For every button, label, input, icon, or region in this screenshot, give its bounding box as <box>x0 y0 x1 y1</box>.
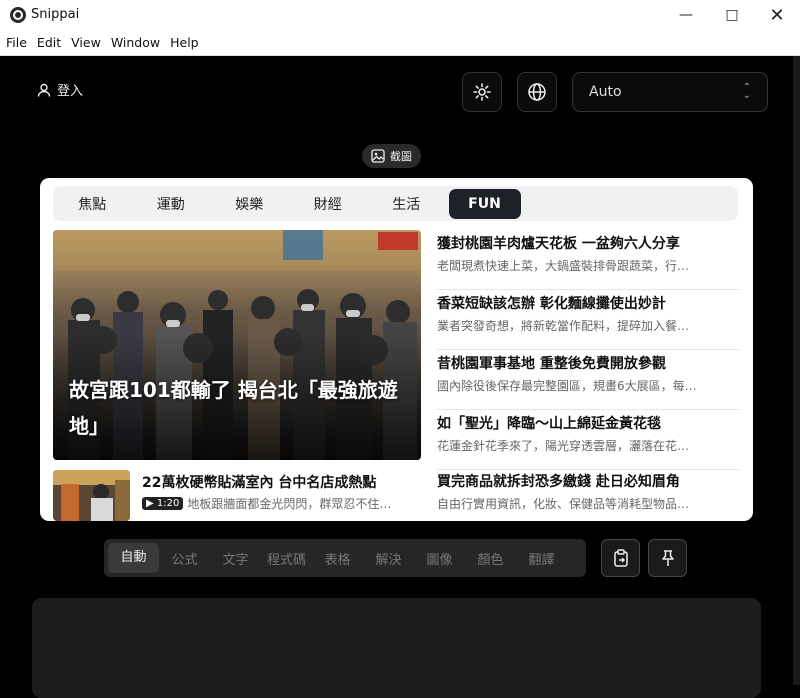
mode-translate[interactable]: 翻譯 <box>516 549 567 568</box>
news-item[interactable]: 買完商品就拆封恐多繳錢 赴日必知眉角 自由行實用資訊，化妝、保健品等消耗型物品… <box>437 468 740 521</box>
video-news-summary: 地板跟牆面都金光閃閃，群眾忍不住… <box>187 497 392 511</box>
mode-auto[interactable]: 自動 <box>108 543 159 573</box>
globe-icon <box>528 83 546 101</box>
video-news-title: 22萬枚硬幣貼滿室內 台中名店成熱點 <box>142 475 377 491</box>
language-select-value: Auto <box>589 84 622 100</box>
menu-file[interactable]: File <box>2 35 31 50</box>
mode-formula[interactable]: 公式 <box>159 549 210 568</box>
news-summary: 自由行實用資訊，化妝、保健品等消耗型物品… <box>437 497 690 511</box>
menu-help[interactable]: Help <box>166 35 203 50</box>
close-button[interactable]: ✕ <box>754 0 800 30</box>
login-label: 登入 <box>57 84 84 99</box>
maximize-button[interactable]: □ <box>709 0 755 30</box>
mode-code[interactable]: 程式碼 <box>261 549 312 568</box>
language-select[interactable]: Auto ⌃ ⌄ <box>572 72 768 112</box>
hero-caption: 故宮跟101都輸了 揭台北「最強旅遊地」 <box>69 378 398 438</box>
minimize-button[interactable]: — <box>663 0 709 30</box>
window-scrollbar[interactable] <box>793 56 800 685</box>
menu-window[interactable]: Window <box>107 35 164 50</box>
chevron-updown-icon: ⌃ ⌄ <box>742 82 751 101</box>
pin-icon <box>661 550 674 566</box>
title-bar: Snippai — □ ✕ <box>0 0 800 30</box>
video-duration-badge: ▶ 1:20 <box>142 497 184 510</box>
screenshot-chip[interactable]: 截圖 <box>362 144 421 168</box>
video-news-item[interactable]: 22萬枚硬幣貼滿室內 台中名店成熱點 ▶ 1:20 地板跟牆面都金光閃閃，群眾忍… <box>53 470 421 521</box>
news-item[interactable]: 獲封桃園羊肉爐天花板 一盆夠六人分享 老闆現煮快速上菜，大鍋盛裝排骨跟蔬菜，行… <box>437 230 740 290</box>
news-summary: 花蓮金針花季來了，陽光穿透雲層，灑落在花… <box>437 439 690 453</box>
clipboard-icon <box>613 549 628 567</box>
mode-solve[interactable]: 解決 <box>363 549 414 568</box>
news-summary: 業者突發奇想，將新乾當作配料，提碎加入餐… <box>437 319 690 333</box>
pin-button[interactable] <box>648 539 687 577</box>
app-main: 登入 Auto ⌃ ⌄ 截圖 焦點 運動 娛樂 財經 生活 FUN 故宮跟101… <box>0 56 800 698</box>
app-logo-icon <box>10 7 26 23</box>
news-tabs: 焦點 運動 娛樂 財經 生活 FUN <box>53 186 738 221</box>
settings-button[interactable] <box>462 72 502 112</box>
window-title: Snippai <box>31 7 80 22</box>
menu-view[interactable]: View <box>67 35 105 50</box>
news-title: 如「聖光」降臨～山上綿延金黃花毯 <box>437 416 661 432</box>
image-icon <box>371 149 385 163</box>
news-item[interactable]: 昔桃園軍事基地 重整後免費開放參觀 國內除役後保存最完整園區，規畫6大展區，每… <box>437 350 740 410</box>
news-title: 買完商品就拆封恐多繳錢 赴日必知眉角 <box>437 474 680 490</box>
hero-news-image[interactable]: 故宮跟101都輸了 揭台北「最強旅遊地」 <box>53 230 421 460</box>
mode-color[interactable]: 顏色 <box>465 549 516 568</box>
mode-text[interactable]: 文字 <box>210 549 261 568</box>
news-item[interactable]: 香菜短缺該怎辦 彰化麵線攤使出妙計 業者突發奇想，將新乾當作配料，提碎加入餐… <box>437 290 740 350</box>
tab-fun[interactable]: FUN <box>448 188 521 219</box>
login-button[interactable]: 登入 <box>37 80 83 99</box>
user-icon <box>37 83 51 97</box>
menu-edit[interactable]: Edit <box>33 35 65 50</box>
news-title: 昔桃園軍事基地 重整後免費開放參觀 <box>437 356 666 372</box>
screenshot-chip-label: 截圖 <box>390 150 412 163</box>
tab-sports[interactable]: 運動 <box>132 194 211 214</box>
tab-life[interactable]: 生活 <box>367 194 446 214</box>
language-button[interactable] <box>517 72 557 112</box>
gear-icon <box>473 83 491 101</box>
tab-finance[interactable]: 財經 <box>289 194 368 214</box>
mode-image[interactable]: 圖像 <box>414 549 465 568</box>
mode-table[interactable]: 表格 <box>312 549 363 568</box>
news-summary: 國內除役後保存最完整園區，規畫6大展區，每… <box>437 379 697 393</box>
paste-clipboard-button[interactable] <box>601 539 640 577</box>
menu-bar: File Edit View Window Help <box>0 30 800 56</box>
result-output-panel[interactable] <box>32 598 761 698</box>
video-thumbnail <box>53 470 130 521</box>
news-title: 香菜短缺該怎辦 彰化麵線攤使出妙計 <box>437 296 666 312</box>
mode-selector: 自動 公式 文字 程式碼 表格 解決 圖像 顏色 翻譯 <box>104 539 586 577</box>
tab-entertainment[interactable]: 娛樂 <box>210 194 289 214</box>
news-title: 獲封桃園羊肉爐天花板 一盆夠六人分享 <box>437 236 680 252</box>
tab-focus[interactable]: 焦點 <box>53 194 132 214</box>
screenshot-preview-card: 焦點 運動 娛樂 財經 生活 FUN 故宮跟101都輸了 揭台北「最強旅遊地」 … <box>40 178 753 521</box>
news-summary: 老闆現煮快速上菜，大鍋盛裝排骨跟蔬菜，行… <box>437 259 690 273</box>
news-item[interactable]: 如「聖光」降臨～山上綿延金黃花毯 花蓮金針花季來了，陽光穿透雲層，灑落在花… <box>437 410 740 470</box>
